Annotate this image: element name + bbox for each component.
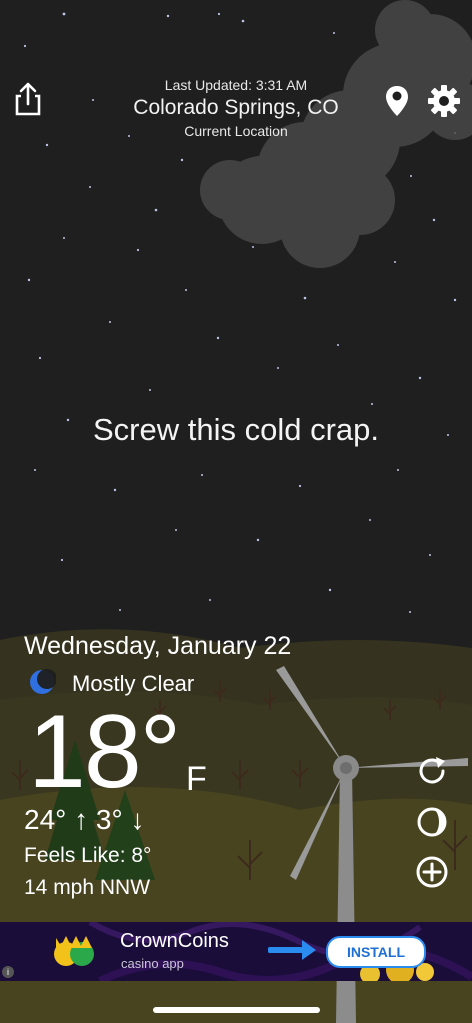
- add-location-button[interactable]: [414, 854, 450, 890]
- crescent-moon-icon: [28, 668, 57, 696]
- background-scene: [0, 0, 472, 1023]
- temperature-value: 18°: [28, 694, 181, 810]
- ad-title[interactable]: CrownCoins: [120, 930, 229, 953]
- location-pin-icon: [386, 86, 408, 116]
- location-button[interactable]: [384, 84, 410, 118]
- settings-button[interactable]: [427, 84, 461, 118]
- date-text: Wednesday, January 22: [24, 632, 292, 660]
- half-moon-icon: [417, 807, 447, 837]
- current-location-label: Current Location: [184, 123, 288, 139]
- down-arrow-icon: ↓: [130, 804, 145, 835]
- up-arrow-icon: ↑: [74, 804, 89, 835]
- crowncoins-logo-icon: [52, 932, 96, 972]
- wind-text: 14 mph NNW: [24, 876, 151, 899]
- refresh-icon: [419, 757, 445, 784]
- plus-circle-icon: [416, 856, 448, 888]
- home-indicator[interactable]: [153, 1007, 320, 1013]
- arrow-right-icon: [267, 938, 318, 962]
- high-temp: 24°: [24, 804, 67, 835]
- refresh-button[interactable]: [414, 753, 450, 789]
- gear-icon: [428, 85, 460, 117]
- ad-subtitle: casino app: [121, 956, 184, 971]
- ad-info-icon[interactable]: i: [2, 966, 14, 978]
- snarky-message: Screw this cold crap.: [93, 412, 379, 447]
- feels-like-text: Feels Like: 8°: [24, 844, 152, 867]
- theme-toggle-button[interactable]: [414, 804, 450, 840]
- high-low-row: 24° ↑ 3° ↓: [24, 804, 144, 836]
- temperature-unit[interactable]: F: [186, 760, 207, 799]
- low-temp: 3°: [95, 804, 123, 835]
- install-button[interactable]: INSTALL: [326, 936, 426, 968]
